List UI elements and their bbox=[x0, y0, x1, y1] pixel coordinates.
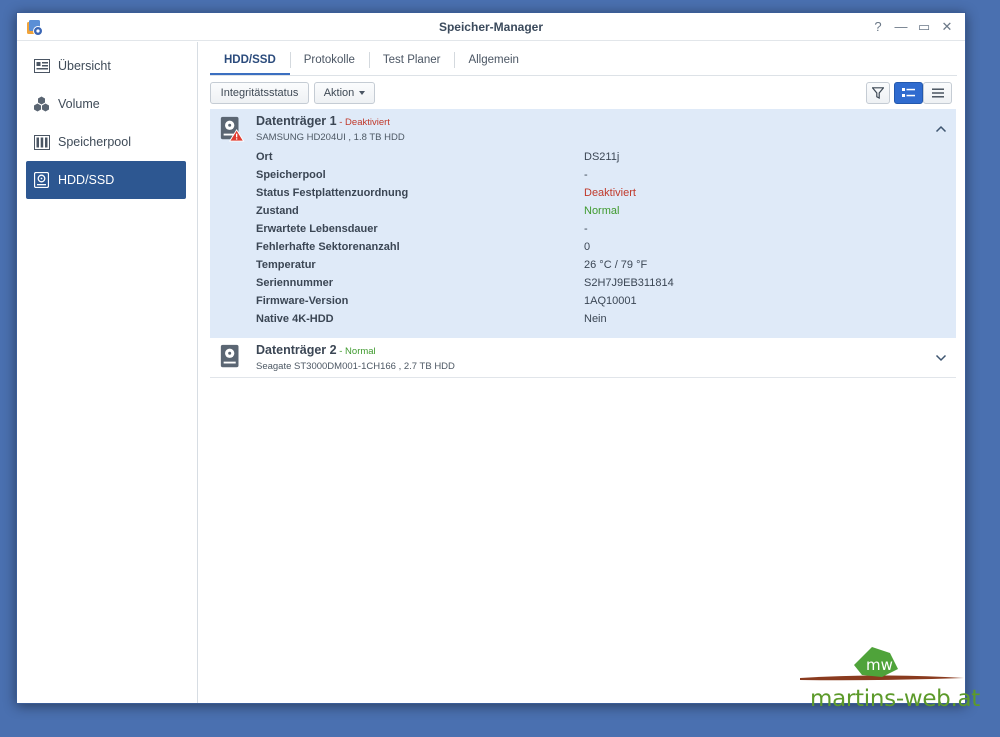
detail-key: Seriennummer bbox=[256, 277, 334, 289]
disk-row-1[interactable]: Datenträger 1 - Deaktiviert SAMSUNG HD20… bbox=[210, 109, 956, 338]
detail-value: S2H7J9EB311814 bbox=[584, 277, 674, 289]
tab-hdd-ssd[interactable]: HDD/SSD bbox=[210, 47, 290, 75]
tab-bar: HDD/SSD Protokolle Test Planer Allgemein bbox=[210, 42, 957, 76]
hdd-warning-icon bbox=[220, 116, 245, 142]
disk-status: Deaktiviert bbox=[345, 117, 390, 128]
hdd-icon bbox=[33, 172, 50, 189]
list-view-button[interactable] bbox=[923, 82, 952, 104]
sidebar: Übersicht Volume Speicherpool HDD/SSD bbox=[17, 42, 198, 703]
detail-key: Native 4K-HDD bbox=[256, 313, 334, 325]
detail-row: Firmware-Version 1AQ10001 bbox=[256, 295, 956, 313]
disk-name: Datenträger 2 - Normal bbox=[256, 343, 376, 357]
storage-pool-icon bbox=[33, 134, 50, 151]
detail-row: Seriennummer S2H7J9EB311814 bbox=[256, 277, 956, 295]
detail-row: Ort DS211j bbox=[256, 151, 956, 169]
detail-value: 1AQ10001 bbox=[584, 295, 637, 307]
sidebar-item-label: Übersicht bbox=[58, 59, 111, 73]
sidebar-item-label: HDD/SSD bbox=[58, 173, 115, 187]
volume-icon bbox=[33, 96, 50, 113]
sidebar-item-hdd-ssd[interactable]: HDD/SSD bbox=[26, 161, 186, 199]
detail-row: Status Festplattenzuordnung Deaktiviert bbox=[256, 187, 956, 205]
detail-view-icon bbox=[902, 88, 915, 97]
window-title: Speicher-Manager bbox=[438, 20, 544, 34]
disk-name-text: Datenträger 1 bbox=[256, 114, 337, 128]
detail-value: - bbox=[584, 169, 588, 181]
disk-name: Datenträger 1 - Deaktiviert bbox=[256, 114, 390, 128]
sidebar-item-label: Volume bbox=[58, 97, 100, 111]
hdd-icon bbox=[220, 344, 239, 368]
detail-row: Zustand Normal bbox=[256, 205, 956, 223]
detail-value: - bbox=[584, 223, 588, 235]
disk-model: SAMSUNG HD204UI , 1.8 TB HDD bbox=[256, 132, 405, 143]
detail-row: Speicherpool - bbox=[256, 169, 956, 187]
detail-value: DS211j bbox=[584, 151, 620, 163]
detail-key: Fehlerhafte Sektorenanzahl bbox=[256, 241, 400, 253]
close-icon[interactable]: ✕ bbox=[938, 18, 956, 36]
help-icon[interactable]: ? bbox=[869, 18, 887, 36]
action-dropdown-button[interactable]: Aktion bbox=[314, 82, 375, 104]
tab-test-scheduler[interactable]: Test Planer bbox=[368, 47, 455, 75]
watermark-badge-text: mw bbox=[866, 656, 893, 674]
detail-value: Deaktiviert bbox=[584, 187, 636, 199]
disk-status: Normal bbox=[345, 346, 376, 357]
detail-key: Zustand bbox=[256, 205, 299, 217]
detail-row: Native 4K-HDD Nein bbox=[256, 313, 956, 331]
toolbar: Integritätsstatus Aktion bbox=[210, 82, 952, 104]
tab-protocols[interactable]: Protokolle bbox=[289, 47, 369, 75]
detail-value: 0 bbox=[584, 241, 591, 253]
storage-manager-window: Speicher-Manager ? — ▭ ✕ Übersicht Volum… bbox=[16, 12, 980, 712]
chevron-down-icon[interactable] bbox=[935, 352, 947, 364]
detail-value: Normal bbox=[584, 205, 620, 217]
watermark-logo: mw martins-web.at bbox=[792, 645, 982, 715]
main-panel: HDD/SSD Protokolle Test Planer Allgemein… bbox=[199, 42, 965, 703]
chevron-up-icon[interactable] bbox=[935, 123, 947, 135]
sidebar-item-volume[interactable]: Volume bbox=[26, 85, 186, 123]
sidebar-item-storage-pool[interactable]: Speicherpool bbox=[26, 123, 186, 161]
disk-status-separator: - bbox=[336, 346, 346, 357]
detail-value: Nein bbox=[584, 313, 607, 325]
sidebar-item-overview[interactable]: Übersicht bbox=[26, 47, 186, 85]
tab-general[interactable]: Allgemein bbox=[454, 47, 533, 75]
maximize-icon[interactable]: ▭ bbox=[915, 18, 933, 36]
detail-value: 26 °C / 79 °F bbox=[584, 259, 648, 271]
disk-name-text: Datenträger 2 bbox=[256, 343, 337, 357]
list-view-icon bbox=[931, 88, 944, 98]
sidebar-item-label: Speicherpool bbox=[58, 135, 131, 149]
detail-row: Erwartete Lebensdauer - bbox=[256, 223, 956, 241]
detail-key: Firmware-Version bbox=[256, 295, 349, 307]
detail-key: Erwartete Lebensdauer bbox=[256, 223, 378, 235]
integrity-status-button[interactable]: Integritätsstatus bbox=[210, 82, 309, 104]
detail-key: Ort bbox=[256, 151, 273, 163]
disk-status-separator: - bbox=[336, 117, 346, 128]
detail-row: Temperatur 26 °C / 79 °F bbox=[256, 259, 956, 277]
overview-icon bbox=[33, 58, 50, 75]
title-bar[interactable]: Speicher-Manager ? — ▭ ✕ bbox=[17, 13, 965, 41]
watermark-badge-icon: mw bbox=[800, 647, 964, 681]
minimize-icon[interactable]: — bbox=[892, 18, 910, 36]
detail-key: Speicherpool bbox=[256, 169, 326, 181]
filter-button[interactable] bbox=[866, 82, 890, 104]
detail-key: Status Festplattenzuordnung bbox=[256, 187, 409, 199]
disk-row-2[interactable]: Datenträger 2 - Normal Seagate ST3000DM0… bbox=[210, 338, 956, 378]
disk-model: Seagate ST3000DM001-1CH166 , 2.7 TB HDD bbox=[256, 361, 455, 372]
action-label: Aktion bbox=[323, 87, 355, 99]
filter-icon bbox=[872, 87, 884, 99]
caret-down-icon bbox=[359, 91, 366, 95]
detail-key: Temperatur bbox=[256, 259, 316, 271]
watermark-text: martins-web.at bbox=[810, 686, 981, 712]
integrity-status-label: Integritätsstatus bbox=[220, 87, 299, 99]
detail-row: Fehlerhafte Sektorenanzahl 0 bbox=[256, 241, 956, 259]
detail-view-button[interactable] bbox=[894, 82, 923, 104]
